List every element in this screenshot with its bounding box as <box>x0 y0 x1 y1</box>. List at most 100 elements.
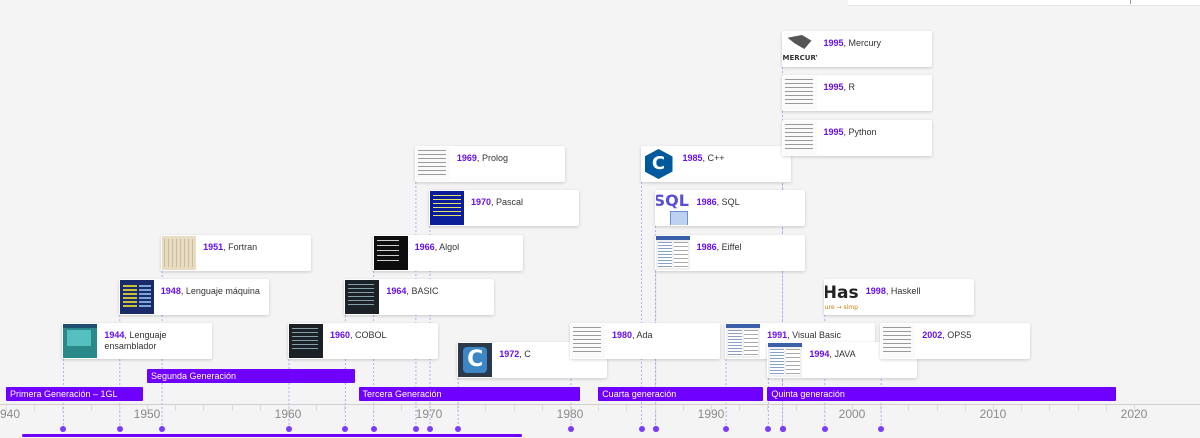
event-text: 1980, Ada <box>606 323 659 341</box>
event-marker-dot[interactable] <box>116 426 123 432</box>
event-name: C <box>524 349 531 359</box>
axis-tick <box>457 405 459 411</box>
axis-tick <box>598 405 600 411</box>
axis-tick <box>541 405 543 411</box>
event-card[interactable]: 1948, Lenguaje máquina <box>118 279 269 315</box>
event-name: Algol <box>439 242 460 252</box>
event-text: 1994, JAVA <box>803 342 861 360</box>
axis-tick <box>429 405 430 411</box>
c-logo-icon: C <box>458 343 493 377</box>
event-marker-dot[interactable] <box>342 426 349 432</box>
axis-tick <box>936 405 938 411</box>
event-marker-dot[interactable] <box>638 426 645 432</box>
era-band[interactable]: Segunda Generación <box>147 369 355 383</box>
event-year: 1985 <box>682 153 703 163</box>
event-marker-dot[interactable] <box>821 426 828 432</box>
era-band[interactable]: Quinta generación <box>767 387 1116 401</box>
event-name: JAVA <box>834 349 856 359</box>
axis-tick <box>203 405 205 411</box>
event-marker-dot[interactable] <box>878 426 885 432</box>
event-text: 1985, C++ <box>677 146 731 164</box>
axis-tick <box>62 405 64 411</box>
axis-tick <box>823 405 825 411</box>
event-year: 1948 <box>160 286 181 296</box>
event-marker-dot[interactable] <box>427 426 433 432</box>
ide-screenshot-icon <box>726 324 761 358</box>
event-card[interactable]: 2002, OPS5 <box>880 323 1031 359</box>
event-card[interactable]: 1970, Pascal <box>429 190 579 226</box>
event-card[interactable]: 1995, R <box>781 75 932 111</box>
axis-tick <box>767 405 769 411</box>
cpp-logo-icon: C <box>642 147 676 181</box>
axis-tick <box>288 405 289 411</box>
era-band[interactable]: Cuarta generación <box>598 387 764 401</box>
event-marker-dot[interactable] <box>286 426 292 432</box>
event-name: Ada <box>636 330 653 340</box>
axis-tick <box>485 405 487 411</box>
event-card[interactable]: 1951, Fortran <box>161 235 312 271</box>
event-name: Pascal <box>496 197 524 207</box>
event-marker-dot[interactable] <box>60 426 67 432</box>
axis-tick <box>1049 405 1051 411</box>
axis-tick <box>259 405 261 411</box>
event-card[interactable]: SQL 1986, SQL <box>654 190 805 226</box>
event-card[interactable]: 1986, Eiffel <box>654 235 805 271</box>
event-text: 1998, Haskell <box>860 279 927 297</box>
event-marker-dot[interactable] <box>779 426 786 432</box>
ide-screenshot-icon <box>655 236 690 270</box>
event-marker-dot[interactable] <box>455 426 462 432</box>
axis-tick <box>852 405 853 411</box>
event-card[interactable]: MERCURY1995, Mercury <box>781 31 932 67</box>
event-year: 2002 <box>922 330 943 340</box>
event-card[interactable]: 1969, Prolog <box>414 146 565 182</box>
event-marker-dot[interactable] <box>370 426 377 432</box>
event-marker-dot[interactable] <box>159 426 166 432</box>
axis-tick <box>626 405 628 411</box>
event-name: Python <box>848 127 877 137</box>
event-card[interactable]: 1995, Python <box>781 120 932 156</box>
event-marker-dot[interactable] <box>568 426 574 432</box>
event-text: 1948, Lenguaje máquina <box>155 279 266 297</box>
event-text: 1951, Fortran <box>197 235 263 253</box>
era-band[interactable]: Tercera Generación <box>358 387 581 401</box>
event-card[interactable]: 1980, Ada <box>570 323 720 359</box>
event-name: Haskell <box>890 286 921 296</box>
axis-label: 940 <box>0 407 21 421</box>
event-text: 1966, Algol <box>409 235 466 253</box>
era-band[interactable]: Primera Generación – 1GL <box>6 387 143 401</box>
axis-tick <box>400 405 402 411</box>
event-card[interactable]: C 1985, C++ <box>640 146 791 182</box>
timeline-axis: 940 1950 1960 1970 1980 1990 2000 2010 2020 <box>0 404 1200 438</box>
axis-tick <box>682 405 684 411</box>
event-name: BASIC <box>411 286 439 296</box>
top-search-bar[interactable] <box>848 0 1200 6</box>
axis-tick <box>1105 405 1107 411</box>
axis-tick <box>739 405 741 411</box>
event-year: 1986 <box>696 242 717 252</box>
event-year: 1986 <box>696 197 717 207</box>
screen-dark-icon <box>289 324 323 358</box>
event-card[interactable]: 1964, BASIC <box>344 279 495 315</box>
event-marker-dot[interactable] <box>412 426 419 432</box>
screen-dark-icon <box>345 280 380 314</box>
axis-tick <box>654 405 656 411</box>
event-name: C++ <box>707 153 725 163</box>
event-marker-dot[interactable] <box>723 426 730 432</box>
event-marker-dot[interactable] <box>765 426 772 432</box>
event-card[interactable]: 1966, Algol <box>372 235 523 271</box>
event-card[interactable]: 1944, Lenguaje ensamblador <box>62 323 213 359</box>
event-card[interactable]: Haskure → simp1998, Haskell <box>823 279 974 315</box>
code-doc-icon <box>415 147 450 181</box>
event-text: 1970, Pascal <box>465 190 529 208</box>
axis-tick <box>147 405 148 411</box>
event-name: COBOL <box>355 330 387 340</box>
event-year: 1995 <box>823 82 844 92</box>
event-text: 1986, SQL <box>691 190 746 208</box>
code-doc-icon <box>782 121 817 155</box>
event-year: 1951 <box>203 242 224 252</box>
event-year: 1966 <box>414 242 435 252</box>
event-text: 2002, OPS5 <box>916 323 977 341</box>
axis-tick <box>34 405 36 411</box>
event-marker-dot[interactable] <box>652 426 659 432</box>
event-card[interactable]: 1960, COBOL <box>288 323 438 359</box>
